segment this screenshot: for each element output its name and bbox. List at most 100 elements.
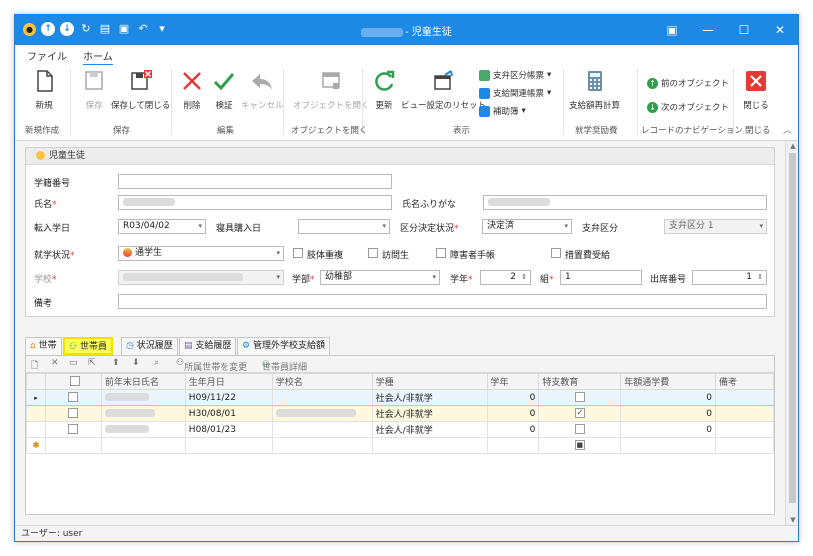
- grade-cell[interactable]: 0: [486, 421, 540, 438]
- birth-date-cell[interactable]: [184, 437, 273, 454]
- transfer-date-field[interactable]: R03/04/02 ▾: [118, 219, 206, 234]
- checkbox-measure-expenses[interactable]: [551, 248, 561, 258]
- support-related-report-dropdown[interactable]: 支給関連帳票 ▾: [479, 87, 551, 99]
- scroll-up-arrow-icon[interactable]: ▲: [786, 142, 798, 150]
- department-select[interactable]: 幼稚部 ▾: [320, 270, 440, 285]
- special-edu-checkbox[interactable]: [574, 392, 585, 403]
- school-name-cell[interactable]: [271, 389, 373, 406]
- row-select-cell[interactable]: [44, 421, 102, 438]
- annual-fee-cell[interactable]: 0: [620, 389, 717, 406]
- remarks-field[interactable]: [118, 294, 767, 309]
- tab-status-history[interactable]: ◷ 状況履歴: [121, 337, 178, 355]
- school-type-cell[interactable]: [371, 437, 488, 454]
- support-category-select[interactable]: 支弁区分 1 ▾: [664, 219, 767, 234]
- row-checkbox[interactable]: [68, 408, 79, 419]
- column-header[interactable]: 年額通学費: [620, 373, 717, 390]
- table-row[interactable]: H30/08/01 社会人/非就学 0 ✓ 0: [26, 405, 774, 422]
- delete-button[interactable]: 削除: [179, 68, 205, 111]
- delete-row-icon[interactable]: ✕: [51, 358, 59, 368]
- verify-button[interactable]: 検証: [211, 68, 237, 111]
- annual-fee-cell[interactable]: 0: [620, 421, 717, 438]
- special-edu-checkbox-checked[interactable]: ✓: [574, 408, 585, 419]
- move-down-icon[interactable]: ⬇: [132, 358, 140, 368]
- student-number-field[interactable]: [118, 174, 392, 189]
- save-close-button[interactable]: 保存して閉じる: [111, 68, 170, 111]
- name-field[interactable]: [118, 195, 392, 210]
- row-select-cell[interactable]: [44, 437, 102, 454]
- vertical-scrollbar[interactable]: ▲ ▼: [785, 141, 798, 525]
- school-name-cell[interactable]: [271, 405, 373, 422]
- row-checkbox[interactable]: [68, 392, 79, 403]
- grade-cell[interactable]: [486, 437, 540, 454]
- column-header[interactable]: 学種: [371, 373, 488, 390]
- search-icon[interactable]: ⌕: [154, 358, 159, 368]
- scrollbar-thumb[interactable]: [789, 153, 796, 503]
- grade-spinner[interactable]: 2 ⇕: [480, 270, 531, 285]
- maximize-button[interactable]: ☐: [726, 15, 762, 45]
- class-field[interactable]: 1: [560, 270, 642, 285]
- tab-external-school-payment[interactable]: ⚙ 管理外学校支給額: [237, 337, 330, 355]
- table-row[interactable]: H08/01/23 社会人/非就学 0 0: [26, 421, 774, 438]
- remarks-cell[interactable]: [715, 405, 774, 422]
- special-edu-checkbox[interactable]: [574, 424, 585, 435]
- new-row-icon[interactable]: 🗋: [31, 358, 38, 374]
- refresh-button[interactable]: 更新: [371, 68, 397, 111]
- checkbox-disability-card[interactable]: [436, 248, 446, 258]
- special-edu-cell[interactable]: ✓: [538, 405, 622, 422]
- special-edu-cell[interactable]: [538, 421, 622, 438]
- tab-household[interactable]: ⌂ 世帯: [25, 337, 62, 355]
- school-select[interactable]: ▾: [118, 270, 284, 285]
- bedding-date-field[interactable]: ▾: [298, 219, 390, 234]
- row-select-cell[interactable]: [44, 389, 102, 406]
- tab-payment-history[interactable]: ▤ 支給履歴: [179, 337, 237, 355]
- prev-object-button[interactable]: ↑ 前のオブジェクト: [647, 77, 729, 89]
- annual-fee-cell[interactable]: 0: [620, 405, 717, 422]
- column-header[interactable]: 備考: [715, 373, 774, 390]
- cancel-button[interactable]: キャンセル: [241, 68, 284, 111]
- change-household-button[interactable]: ⚇ 所属世帯を変更: [176, 358, 247, 373]
- link-icon[interactable]: ▭: [69, 358, 78, 368]
- column-header[interactable]: 生年月日: [184, 373, 273, 390]
- grade-cell[interactable]: 0: [486, 405, 540, 422]
- minimize-button[interactable]: —: [690, 15, 726, 45]
- special-edu-cell[interactable]: [538, 389, 622, 406]
- column-header[interactable]: 学年: [486, 373, 540, 390]
- name-cell[interactable]: [100, 421, 186, 438]
- remarks-cell[interactable]: [715, 389, 774, 406]
- name-cell[interactable]: [100, 389, 186, 406]
- column-header[interactable]: 前年末日氏名: [100, 373, 186, 390]
- row-select-cell[interactable]: [44, 405, 102, 422]
- school-type-cell[interactable]: 社会人/非就学: [371, 389, 488, 406]
- spinner-arrows-icon[interactable]: ⇕: [521, 271, 527, 284]
- column-header[interactable]: 特支教育: [538, 373, 622, 390]
- close-button[interactable]: 閉じる: [743, 68, 769, 111]
- school-type-cell[interactable]: 社会人/非就学: [371, 405, 488, 422]
- save-button[interactable]: 保存: [81, 68, 107, 111]
- attendance-spinner[interactable]: 1 ⇕: [692, 270, 767, 285]
- spinner-arrows-icon[interactable]: ⇕: [757, 271, 763, 284]
- school-name-cell[interactable]: [271, 421, 373, 438]
- aux-ledger-dropdown[interactable]: 補助簿 ▾: [479, 105, 526, 117]
- collapse-ribbon-icon[interactable]: ︿: [783, 123, 792, 136]
- reset-view-button[interactable]: ビュー設定のリセット: [401, 68, 486, 111]
- remarks-cell[interactable]: [715, 437, 774, 454]
- tab-file[interactable]: ファイル: [27, 48, 67, 63]
- tab-home[interactable]: ホーム: [83, 48, 113, 66]
- column-header[interactable]: 学校名: [271, 373, 373, 390]
- special-edu-checkbox-indeterminate[interactable]: ■: [574, 440, 585, 451]
- select-all-checkbox[interactable]: [69, 376, 80, 387]
- birth-date-cell[interactable]: H09/11/22: [184, 389, 273, 406]
- move-up-icon[interactable]: ⬆: [112, 358, 120, 368]
- birth-date-cell[interactable]: H08/01/23: [184, 421, 273, 438]
- scroll-down-arrow-icon[interactable]: ▼: [786, 516, 798, 524]
- recalculate-button[interactable]: 支給額再計算: [569, 68, 620, 111]
- enrollment-select[interactable]: 通学生 ▾: [118, 246, 284, 261]
- select-all-header[interactable]: [44, 373, 102, 390]
- row-checkbox[interactable]: [68, 424, 79, 435]
- birth-date-cell[interactable]: H30/08/01: [184, 405, 273, 422]
- remarks-cell[interactable]: [715, 421, 774, 438]
- new-item-row[interactable]: ✱ ■: [26, 437, 774, 454]
- open-object-button[interactable]: オブジェクトを開く: [293, 68, 370, 111]
- export-icon[interactable]: ⇱: [88, 358, 96, 368]
- kana-field[interactable]: [483, 195, 767, 210]
